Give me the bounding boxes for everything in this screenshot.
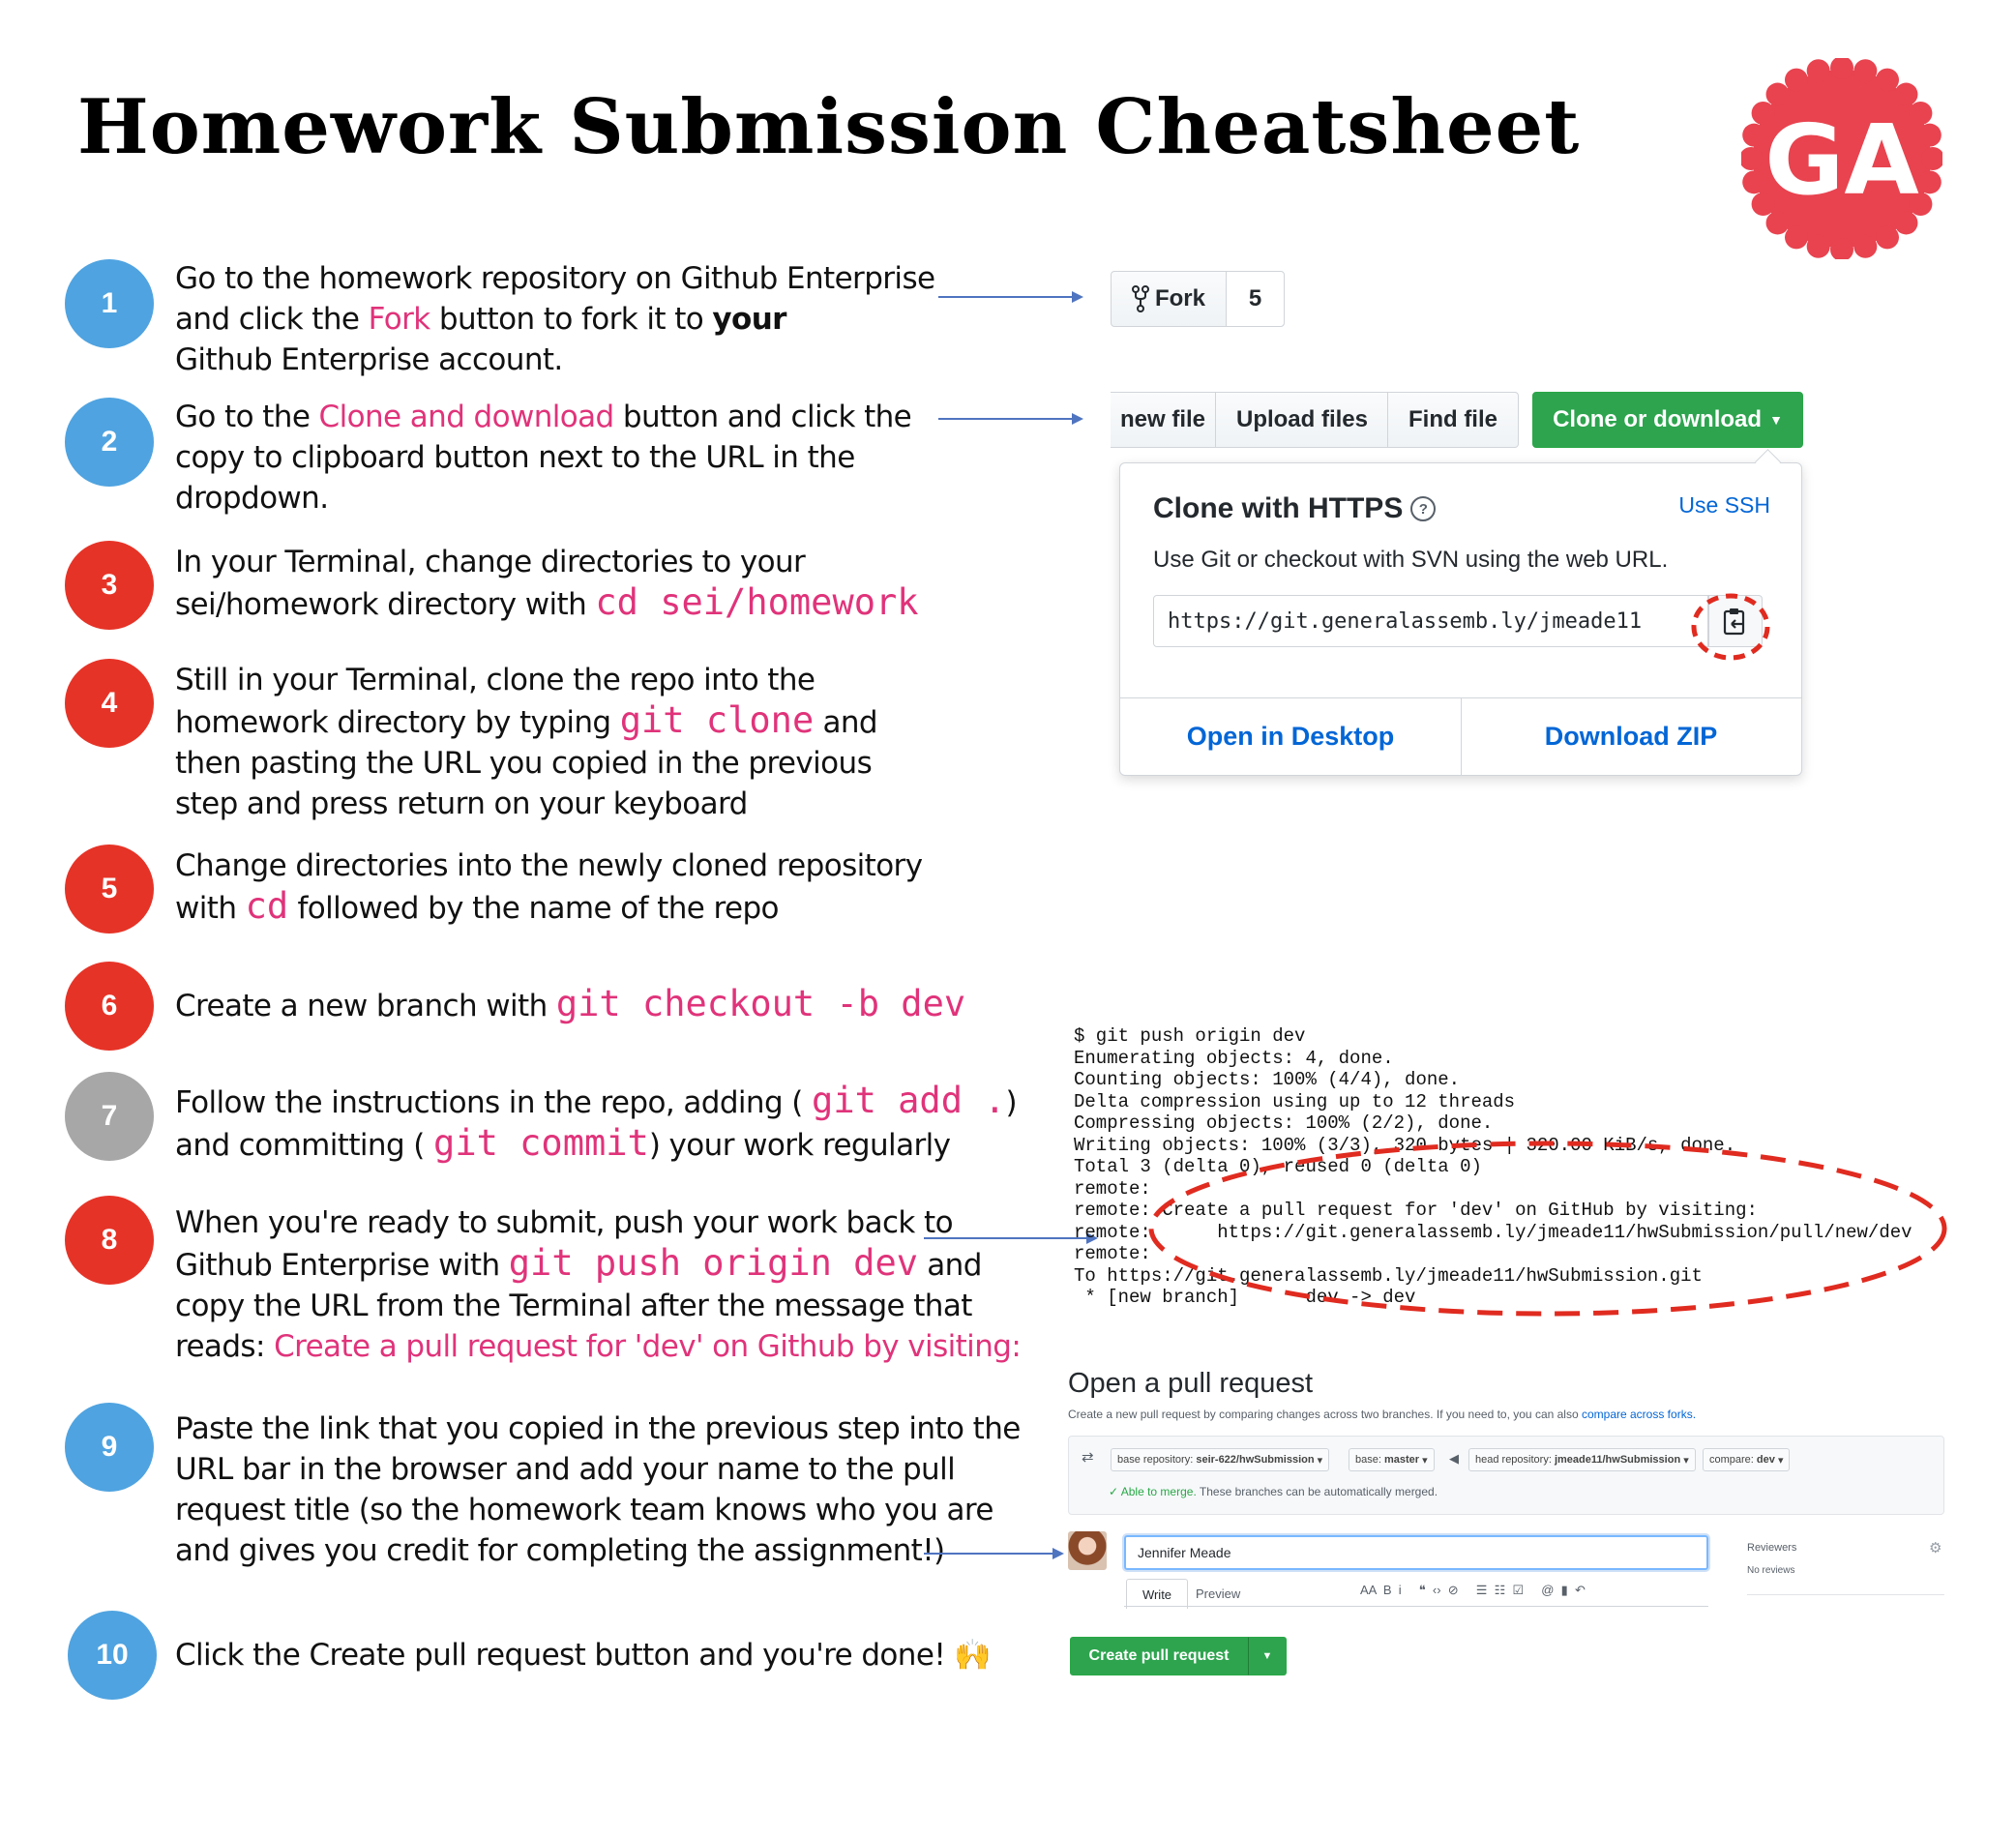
step-6-number: 6 [65,962,154,1051]
step-4-number: 4 [65,659,154,748]
step-8-number: 8 [65,1196,154,1285]
tab-preview[interactable]: Preview [1196,1586,1240,1601]
step-3-number: 3 [65,541,154,630]
fork-widget: Fork 5 [1111,271,1285,327]
terminal-line: $ git push origin dev [1074,1025,1306,1047]
head-repository-select[interactable]: head repository: jmeade11/hwSubmission ▾ [1468,1448,1696,1471]
arrow-step-2 [938,413,1083,425]
arrow-step-9 [924,1548,1064,1559]
pr-heading: Open a pull request [1068,1368,1314,1399]
page-title: Homework Submission Cheatsheet [77,83,1581,171]
caret-down-icon: ▼ [1261,1650,1273,1662]
logo-text: GA [1764,104,1918,217]
step-1-text: Go to the homework repository on Github … [175,261,935,377]
step-10-number: 10 [68,1611,157,1700]
arrow-left-icon: ◀ [1449,1451,1459,1466]
compare-branch-select[interactable]: compare: dev ▾ [1703,1448,1791,1471]
highlight-ring [1691,593,1770,661]
use-ssh-link[interactable]: Use SSH [1678,492,1770,519]
terminal-line: Delta compression using up to 12 threads [1074,1090,1516,1112]
avatar [1068,1531,1107,1570]
new-file-button[interactable]: new file [1111,392,1216,448]
create-pr-dropdown-button[interactable]: ▼ [1248,1637,1287,1675]
terminal-line: remote: [1074,1177,1151,1200]
step-3-text: In your Terminal, change directories to … [175,545,919,623]
download-zip-link[interactable]: Download ZIP [1461,697,1801,775]
open-in-desktop-link[interactable]: Open in Desktop [1120,697,1461,775]
step-5-text: Change directories into the newly cloned… [175,848,923,927]
reviewers-gear-icon[interactable]: ⚙ [1929,1539,1942,1556]
help-icon[interactable]: ? [1410,496,1437,521]
terminal-line: remote: [1074,1243,1151,1264]
ga-logo: GA [1741,58,1942,259]
arrow-step-1 [938,291,1083,303]
pr-title-input[interactable]: Jennifer Meade [1124,1535,1708,1570]
clone-heading: Clone with HTTPS [1153,492,1404,524]
clone-or-download-button[interactable]: Clone or download ▼ [1532,392,1803,448]
fork-button[interactable]: Fork [1112,272,1227,326]
no-reviews: No reviews [1747,1565,1795,1576]
step-2-text: Go to the Clone and download button and … [175,400,912,516]
step-6-text: Create a new branch with git checkout -b… [175,983,966,1024]
base-branch-select[interactable]: base: master ▾ [1349,1448,1435,1471]
compare-icon: ⇄ [1082,1449,1094,1466]
markdown-toolbar[interactable]: AA B i ❝ ‹› ⊘ ☰ ☷ ☑ @ ▮ ↶ [1360,1583,1586,1598]
find-file-button[interactable]: Find file [1387,392,1519,448]
step-9-text: Paste the link that you copied in the pr… [175,1411,1021,1568]
create-pull-request-button[interactable]: Create pull request [1070,1637,1248,1675]
pr-description: Create a new pull request by comparing c… [1068,1408,1697,1421]
base-repository-select[interactable]: base repository: seir-622/hwSubmission ▾ [1111,1448,1330,1471]
step-7-text: Follow the instructions in the repo, add… [175,1080,1018,1164]
clone-description: Use Git or checkout with SVN using the w… [1153,547,1669,573]
arrow-step-8 [924,1232,1098,1244]
step-7-number: 7 [65,1072,154,1161]
terminal-line: Compressing objects: 100% (2/2), done. [1074,1112,1494,1134]
caret-down-icon: ▼ [1769,412,1783,428]
reviewers-label: Reviewers [1747,1542,1797,1554]
step-4-text: Still in your Terminal, clone the repo i… [175,663,878,821]
fork-icon [1131,285,1149,312]
step-10-text: Click the Create pull request button and… [175,1638,992,1673]
fork-count: 5 [1227,272,1284,326]
clone-url-field[interactable]: https://git.generalassemb.ly/jmeade11 [1153,595,1708,647]
step-2-number: 2 [65,398,154,487]
step-1-number: 1 [65,259,154,348]
terminal-line: Counting objects: 100% (4/4), done. [1074,1069,1461,1090]
upload-files-button[interactable]: Upload files [1215,392,1389,448]
tab-write[interactable]: Write [1126,1579,1188,1609]
step-9-number: 9 [65,1403,154,1492]
step-5-number: 5 [65,845,154,934]
terminal-line: Enumerating objects: 4, done. [1074,1047,1394,1069]
merge-status: ✓ Able to merge. These branches can be a… [1109,1485,1438,1498]
step-8-text: When you're ready to submit, push your w… [175,1205,1022,1364]
highlight-ellipse [1148,1141,1947,1317]
compare-across-forks-link[interactable]: compare across forks. [1582,1408,1696,1421]
